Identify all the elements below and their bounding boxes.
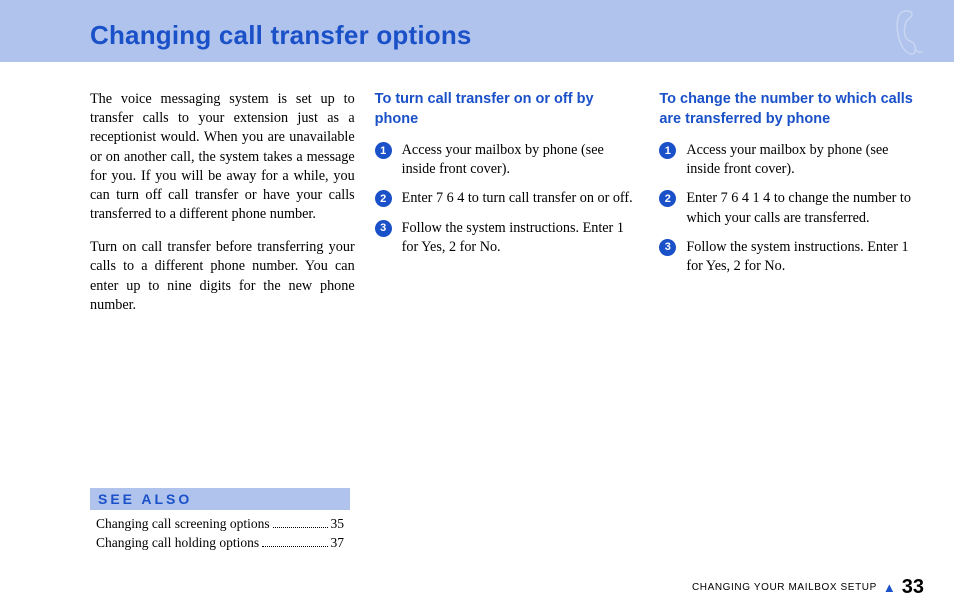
- step-item: 2 Enter 7 6 4 to turn call transfer on o…: [375, 189, 640, 208]
- footer-page-number: 33: [902, 576, 924, 599]
- see-also-label: Changing call holding options: [96, 533, 259, 553]
- step-text: Access your mailbox by phone (see inside…: [402, 141, 640, 179]
- step-badge-icon: 1: [659, 142, 676, 159]
- see-also-page: 35: [331, 514, 345, 534]
- step-item: 3 Follow the system instructions. Enter …: [659, 238, 924, 276]
- leader-dots: [273, 516, 328, 528]
- see-also-page: 37: [331, 533, 345, 553]
- step-text: Access your mailbox by phone (see inside…: [686, 141, 924, 179]
- step-text: Enter 7 6 4 1 4 to change the number to …: [686, 189, 924, 227]
- arrow-up-icon: ▲: [883, 580, 896, 596]
- see-also-box: SEE ALSO Changing call screening options…: [90, 488, 350, 555]
- see-also-row: Changing call screening options 35: [96, 514, 344, 534]
- heading-change-number: To change the number to which calls are …: [659, 90, 924, 129]
- see-also-row: Changing call holding options 37: [96, 533, 344, 553]
- step-badge-icon: 2: [659, 190, 676, 207]
- column-intro: The voice messaging system is set up to …: [90, 90, 355, 329]
- step-badge-icon: 2: [375, 190, 392, 207]
- step-badge-icon: 1: [375, 142, 392, 159]
- step-badge-icon: 3: [375, 220, 392, 237]
- heading-turn-on-off: To turn call transfer on or off by phone: [375, 90, 640, 129]
- step-text: Follow the system instructions. Enter 1 …: [686, 238, 924, 276]
- intro-paragraph-2: Turn on call transfer before transferrin…: [90, 238, 355, 315]
- step-badge-icon: 3: [659, 239, 676, 256]
- column-change-number: To change the number to which calls are …: [659, 90, 924, 329]
- header-band: Changing call transfer options: [0, 0, 954, 62]
- step-item: 1 Access your mailbox by phone (see insi…: [659, 141, 924, 179]
- steps-turn-on-off: 1 Access your mailbox by phone (see insi…: [375, 141, 640, 257]
- footer-section-label: CHANGING YOUR MAILBOX SETUP: [692, 582, 877, 593]
- step-item: 3 Follow the system instructions. Enter …: [375, 219, 640, 257]
- step-text: Enter 7 6 4 to turn call transfer on or …: [402, 189, 633, 208]
- see-also-body: Changing call screening options 35 Chang…: [90, 509, 350, 555]
- see-also-heading: SEE ALSO: [90, 488, 350, 509]
- column-turn-on-off: To turn call transfer on or off by phone…: [375, 90, 640, 329]
- page-footer: CHANGING YOUR MAILBOX SETUP ▲ 33: [692, 576, 924, 599]
- leader-dots: [262, 535, 327, 547]
- step-text: Follow the system instructions. Enter 1 …: [402, 219, 640, 257]
- intro-paragraph-1: The voice messaging system is set up to …: [90, 90, 355, 224]
- phone-handset-icon: [892, 8, 932, 63]
- page-title: Changing call transfer options: [90, 20, 954, 51]
- steps-change-number: 1 Access your mailbox by phone (see insi…: [659, 141, 924, 276]
- content-columns: The voice messaging system is set up to …: [0, 62, 954, 329]
- see-also-label: Changing call screening options: [96, 514, 270, 534]
- step-item: 2 Enter 7 6 4 1 4 to change the number t…: [659, 189, 924, 227]
- step-item: 1 Access your mailbox by phone (see insi…: [375, 141, 640, 179]
